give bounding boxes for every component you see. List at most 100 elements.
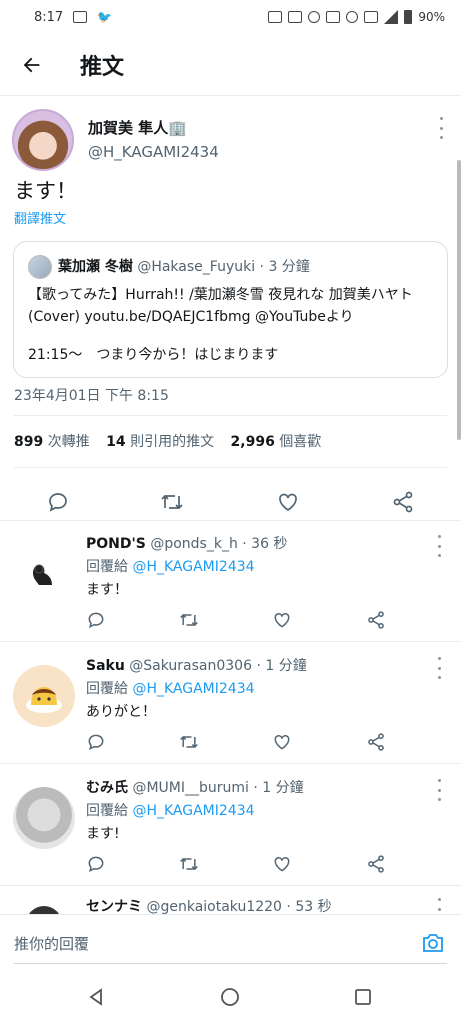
retweet-button[interactable]	[169, 729, 209, 755]
reply-input[interactable]: 推你的回覆	[14, 933, 89, 954]
tweet-text: ます！	[14, 179, 77, 203]
camera-status-icon	[268, 11, 283, 23]
reply-to-handle[interactable]: @H_KAGAMI2434	[132, 681, 254, 697]
reply-button[interactable]	[76, 729, 116, 755]
quoted-display-name: 葉加瀬 冬樹	[58, 259, 133, 275]
share-icon	[368, 611, 384, 629]
circle-home-icon	[221, 988, 239, 1006]
author-display-name[interactable]: 加賀美 隼人🏢	[88, 117, 187, 138]
translate-tweet-link[interactable]: 翻譯推文	[14, 208, 66, 227]
retweet-button[interactable]	[169, 851, 209, 877]
arrow-left-icon	[23, 57, 40, 72]
gallery-icon	[73, 11, 88, 23]
avatar[interactable]	[13, 665, 75, 727]
reply-display-name[interactable]: POND'S	[86, 536, 146, 552]
reply-icon	[49, 493, 67, 512]
heart-icon	[274, 612, 290, 628]
nav-home-button[interactable]	[217, 984, 243, 1010]
divider	[14, 415, 447, 416]
more-options-icon[interactable]	[431, 657, 447, 679]
share-button[interactable]	[356, 851, 396, 877]
camera-icon	[423, 934, 443, 952]
likes-stat[interactable]: 2,996 個喜歡	[231, 434, 322, 450]
reply-button[interactable]	[38, 482, 78, 522]
avatar[interactable]	[26, 906, 62, 914]
alarm-icon	[308, 11, 321, 23]
reply-display-name[interactable]: センナミ	[86, 899, 142, 914]
reply-to-line: 回覆給 @H_KAGAMI2434	[86, 681, 255, 697]
heart-icon	[279, 493, 297, 512]
like-button[interactable]	[262, 729, 302, 755]
avatar[interactable]	[12, 109, 74, 171]
like-button[interactable]	[262, 607, 302, 633]
retweet-button[interactable]	[169, 607, 209, 633]
reply-display-name[interactable]: Saku	[86, 658, 125, 674]
reply-meta: @MUMI__burumi · 1 分鐘	[132, 780, 304, 796]
reply-icon	[88, 856, 104, 873]
reply-tweet[interactable]: POND'S @ponds_k_h · 36 秒 回覆給 @H_KAGAMI24…	[0, 521, 461, 642]
tweet-stats: 899 次轉推 14 則引用的推文 2,996 個喜歡	[14, 431, 333, 451]
reply-actions	[76, 851, 396, 877]
square-recents-icon	[355, 989, 371, 1005]
retweet-icon	[180, 614, 198, 626]
reply-icon	[88, 734, 104, 751]
signal-icon	[384, 10, 399, 24]
quoted-text-line2: 21:15〜 つまり今から！はじまります	[28, 347, 279, 363]
more-options-icon[interactable]	[433, 117, 449, 139]
reply-to-handle[interactable]: @H_KAGAMI2434	[132, 559, 254, 575]
vibrate-icon	[326, 11, 341, 23]
reply-tweet[interactable]: Saku @Sakurasan0306 · 1 分鐘 回覆給 @H_KAGAMI…	[0, 643, 461, 764]
lte-icon	[364, 11, 379, 23]
retweet-button[interactable]	[152, 482, 192, 522]
nav-back-button[interactable]	[83, 984, 109, 1010]
triangle-back-icon	[89, 988, 102, 1006]
reply-text: ます!	[86, 826, 120, 842]
more-options-icon[interactable]	[431, 898, 447, 914]
quoted-avatar	[28, 255, 52, 279]
nav-recents-button[interactable]	[350, 984, 376, 1010]
reply-icon	[88, 612, 104, 629]
author-handle[interactable]: @H_KAGAMI2434	[88, 143, 219, 161]
input-underline	[14, 963, 447, 964]
scrollbar[interactable]	[457, 160, 461, 440]
reply-button[interactable]	[76, 851, 116, 877]
tweet-timestamp: 23年4月01日 下午 8:15	[14, 388, 169, 404]
share-icon	[368, 855, 384, 873]
back-button[interactable]	[0, 34, 64, 96]
top-app-bar: 推文	[0, 34, 461, 96]
share-button[interactable]	[383, 482, 423, 522]
retweet-icon	[180, 858, 198, 870]
share-button[interactable]	[356, 607, 396, 633]
heart-icon	[274, 734, 290, 750]
retweets-stat[interactable]: 899 次轉推	[14, 434, 90, 450]
reply-text: ます！	[86, 582, 128, 598]
share-button[interactable]	[356, 729, 396, 755]
reply-actions	[76, 729, 396, 755]
reply-button[interactable]	[76, 607, 116, 633]
reply-to-handle[interactable]: @H_KAGAMI2434	[132, 803, 254, 819]
more-options-icon[interactable]	[431, 779, 447, 801]
wifi-icon	[346, 11, 359, 23]
reply-tweet[interactable]: センナミ @genkaiotaku1220 · 53 秒	[0, 886, 461, 914]
quotes-stat[interactable]: 14 則引用的推文	[106, 434, 214, 450]
like-button[interactable]	[268, 482, 308, 522]
heart-icon	[274, 856, 290, 872]
avatar[interactable]	[13, 543, 75, 605]
reply-tweet[interactable]: むみ氏 @MUMI__burumi · 1 分鐘 回覆給 @H_KAGAMI24…	[0, 765, 461, 886]
nfc-icon	[288, 11, 303, 23]
reply-actions	[76, 607, 396, 633]
reply-display-name[interactable]: むみ氏	[86, 780, 128, 796]
reply-meta: @Sakurasan0306 · 1 分鐘	[129, 658, 307, 674]
like-button[interactable]	[262, 851, 302, 877]
camera-button[interactable]	[419, 929, 447, 957]
more-options-icon[interactable]	[431, 535, 447, 557]
reply-composer[interactable]: 推你的回覆	[0, 914, 461, 970]
retweet-icon	[180, 736, 198, 748]
share-icon	[368, 733, 384, 751]
reply-to-line: 回覆給 @H_KAGAMI2434	[86, 559, 255, 575]
quoted-tweet[interactable]: 葉加瀬 冬樹 @Hakase_Fuyuki · 3 分鐘 【歌ってみた】Hurr…	[13, 241, 448, 378]
reply-meta: @ponds_k_h · 36 秒	[150, 536, 288, 552]
avatar[interactable]	[13, 787, 75, 849]
battery-percent: 90%	[418, 10, 445, 24]
status-time: 8:17	[34, 9, 64, 25]
